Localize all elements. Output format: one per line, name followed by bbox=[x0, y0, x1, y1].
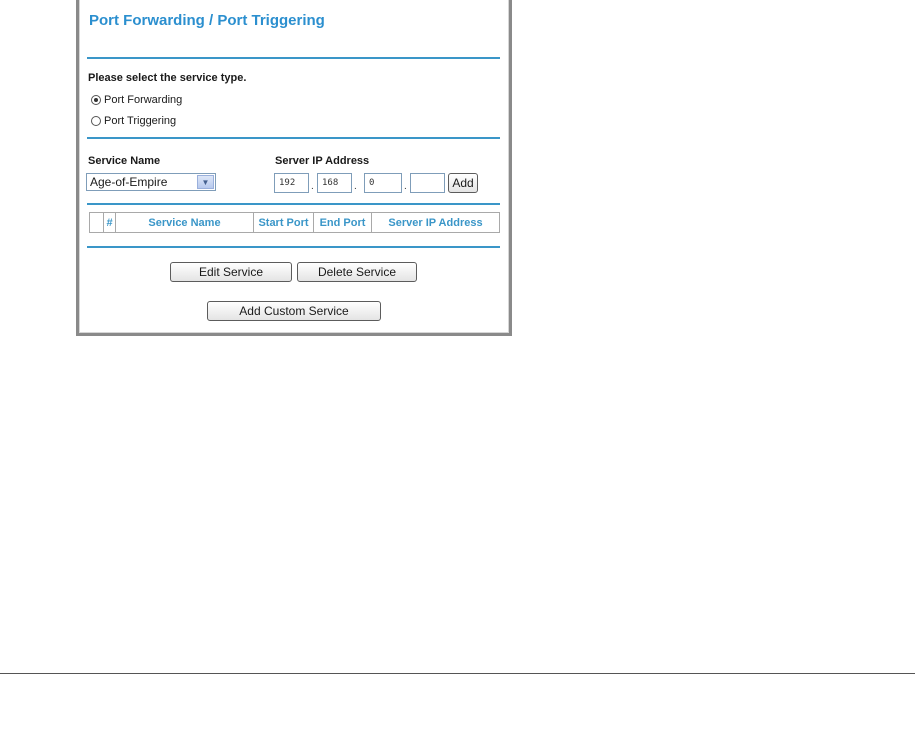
table-header-number: # bbox=[103, 213, 115, 232]
services-table-header: # Service Name Start Port End Port Serve… bbox=[89, 212, 500, 233]
table-header-service-name: Service Name bbox=[115, 213, 253, 232]
service-name-label: Service Name bbox=[88, 155, 161, 167]
add-button[interactable]: Add bbox=[448, 173, 478, 193]
radio-port-forwarding[interactable]: Port Forwarding bbox=[91, 94, 182, 106]
edit-service-button[interactable]: Edit Service bbox=[170, 262, 292, 282]
table-header-end-port: End Port bbox=[313, 213, 371, 232]
ip-octet-4[interactable] bbox=[410, 173, 445, 193]
radio-label: Port Triggering bbox=[104, 115, 177, 127]
service-type-prompt: Please select the service type. bbox=[88, 72, 247, 84]
service-name-select[interactable]: Age-of-Empire ▼ bbox=[86, 173, 216, 191]
divider bbox=[87, 57, 500, 59]
page-divider bbox=[0, 673, 915, 674]
page-title: Port Forwarding / Port Triggering bbox=[89, 12, 325, 29]
divider bbox=[87, 203, 500, 205]
delete-service-button[interactable]: Delete Service bbox=[297, 262, 417, 282]
table-header-select bbox=[90, 213, 103, 232]
radio-button-checked[interactable] bbox=[91, 95, 101, 105]
ip-octet-3[interactable]: 0 bbox=[364, 173, 402, 193]
ip-dot: . bbox=[354, 181, 357, 192]
port-forwarding-panel: Port Forwarding / Port Triggering Please… bbox=[76, 0, 512, 336]
chevron-down-icon[interactable]: ▼ bbox=[197, 175, 214, 189]
service-name-selected: Age-of-Empire bbox=[90, 175, 168, 189]
radio-button-unchecked[interactable] bbox=[91, 116, 101, 126]
server-ip-label: Server IP Address bbox=[275, 155, 370, 167]
ip-dot: . bbox=[404, 181, 407, 192]
ip-dot: . bbox=[311, 181, 314, 192]
radio-label: Port Forwarding bbox=[104, 94, 183, 106]
ip-octet-1[interactable]: 192 bbox=[274, 173, 309, 193]
radio-port-triggering[interactable]: Port Triggering bbox=[91, 115, 176, 127]
divider bbox=[87, 246, 500, 248]
divider bbox=[87, 137, 500, 139]
ip-octet-2[interactable]: 168 bbox=[317, 173, 352, 193]
table-header-start-port: Start Port bbox=[253, 213, 313, 232]
table-header-server-ip: Server IP Address bbox=[371, 213, 499, 232]
add-custom-service-button[interactable]: Add Custom Service bbox=[207, 301, 381, 321]
